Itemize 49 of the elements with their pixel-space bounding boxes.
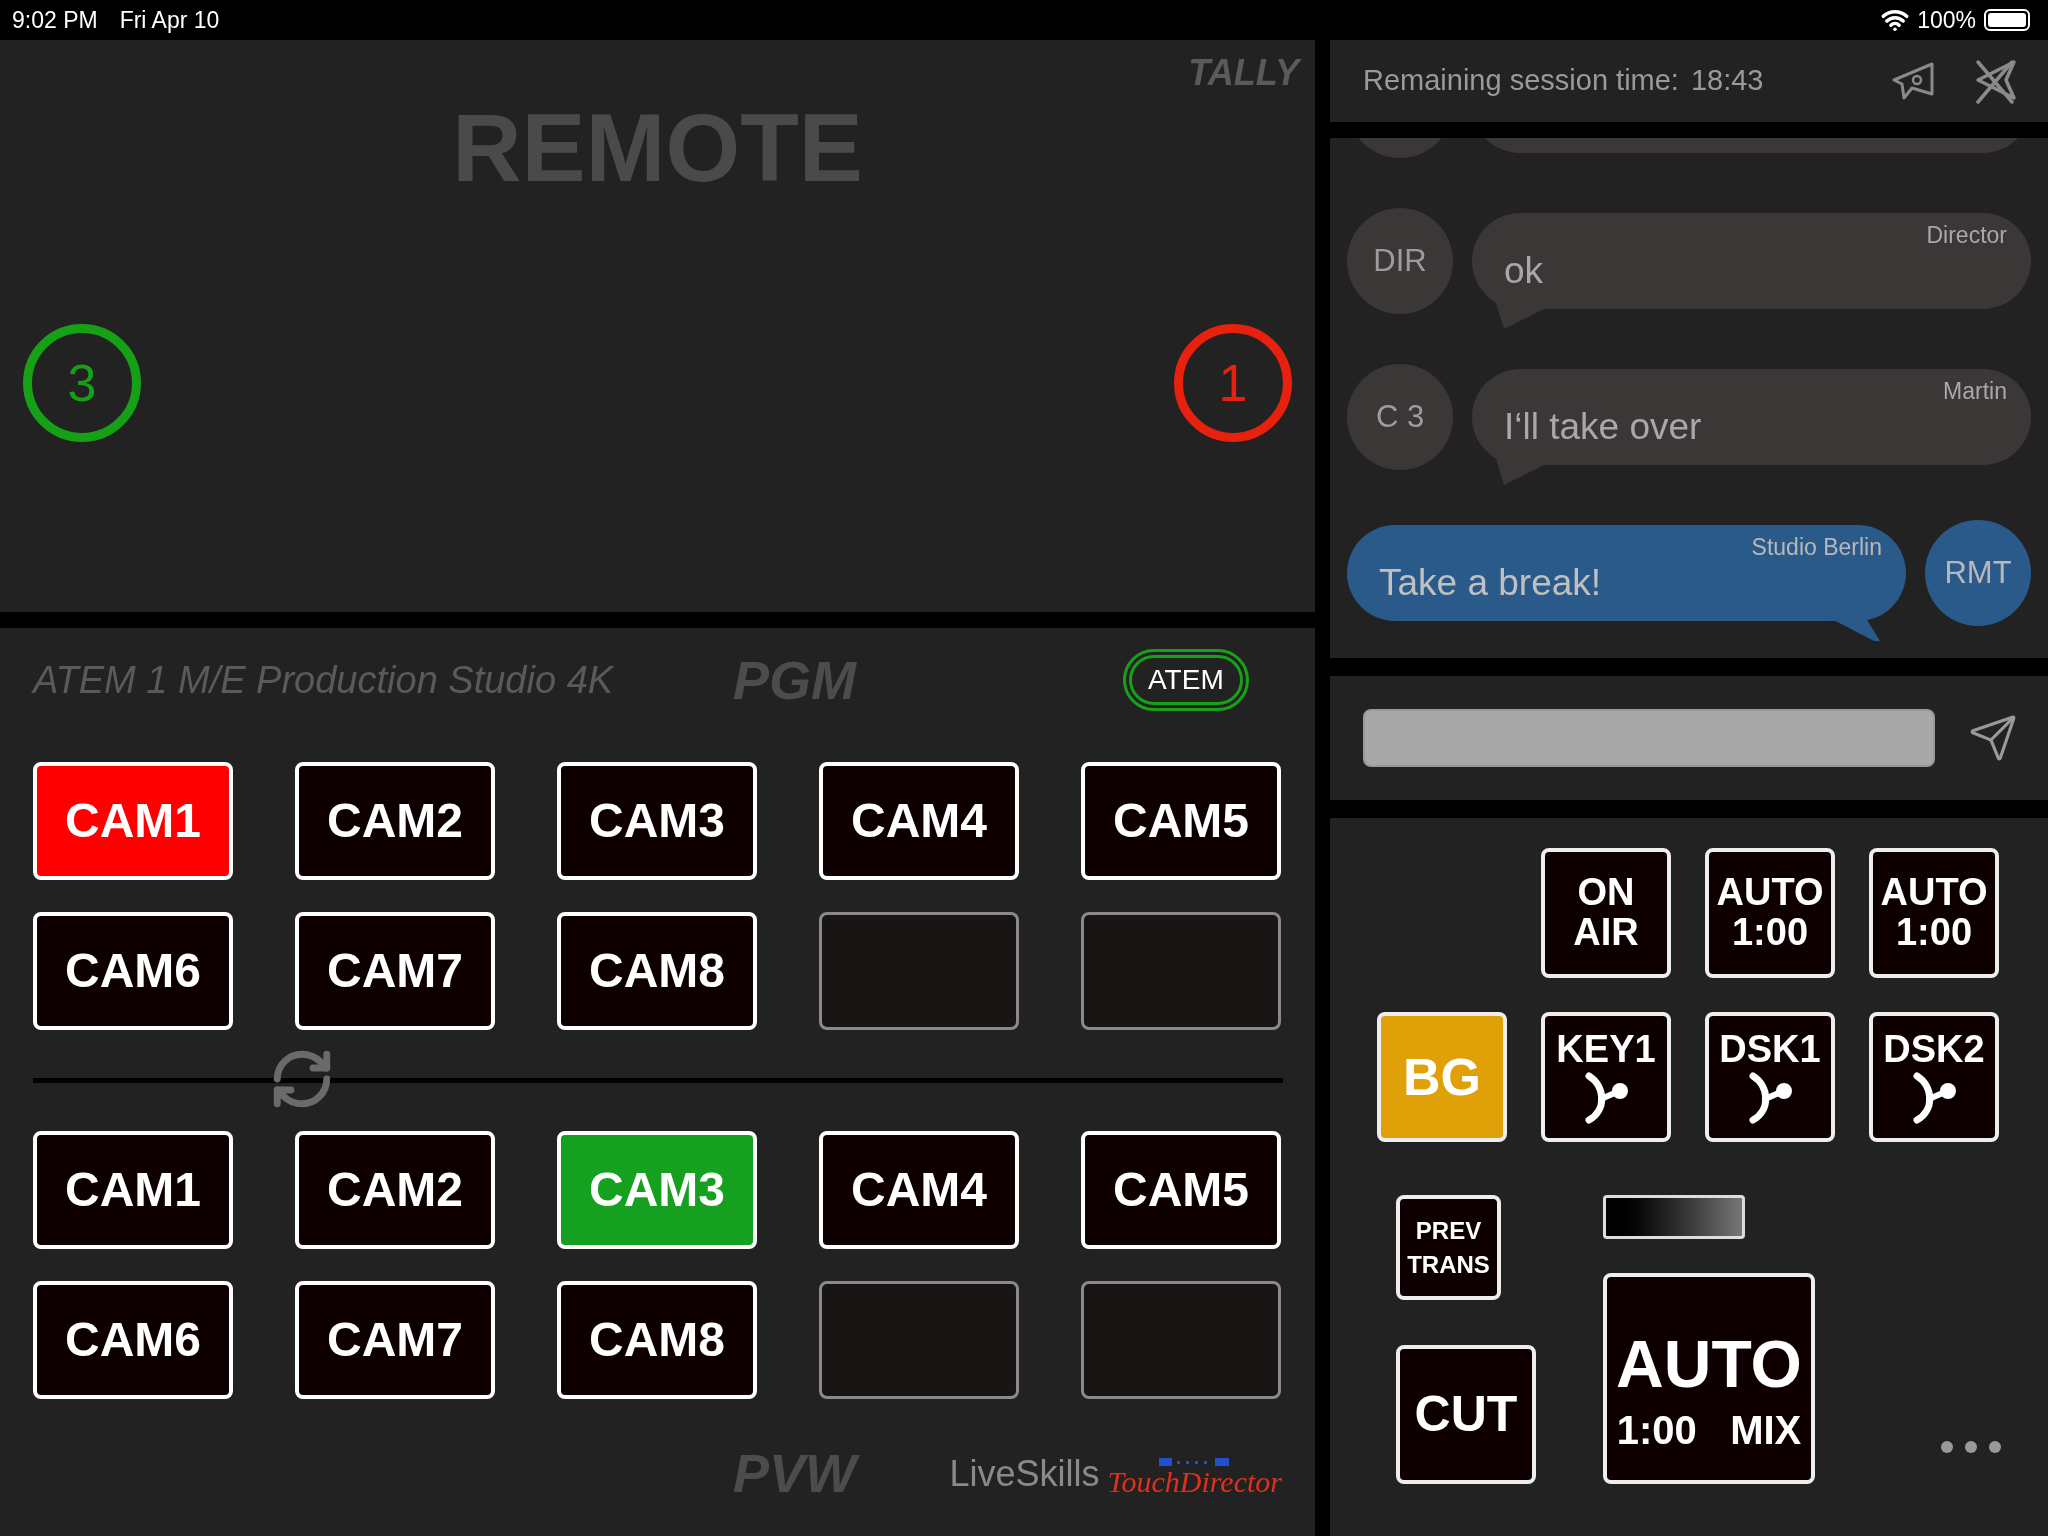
transition-button[interactable]: AUTO 1:00 bbox=[1869, 848, 1999, 978]
camera-source-button[interactable]: CAM2 bbox=[295, 762, 495, 880]
camera-source-button[interactable]: CAM1 bbox=[33, 1131, 233, 1249]
product-logo-text: TouchDirector bbox=[1107, 1466, 1282, 1497]
status-time: 9:02 PM bbox=[12, 5, 98, 35]
sender-name: Martin bbox=[1943, 377, 2008, 406]
key-button[interactable]: DSK1 bbox=[1705, 1012, 1835, 1142]
camera-source-button[interactable]: CAM8 bbox=[557, 1281, 757, 1399]
message-text: Take a break! bbox=[1378, 560, 1603, 605]
auto-mix-button[interactable]: AUTO 1:00 MIX bbox=[1603, 1273, 1815, 1484]
status-date: Fri Apr 10 bbox=[119, 5, 220, 35]
camera-source-button[interactable]: CAM7 bbox=[295, 1281, 495, 1399]
key-button[interactable]: KEY1 bbox=[1541, 1012, 1671, 1142]
send-icon[interactable] bbox=[1968, 713, 2018, 763]
camera-source-button[interactable]: CAM8 bbox=[557, 912, 757, 1030]
camera-source-button[interactable]: CAM6 bbox=[33, 1281, 233, 1399]
cut-button[interactable]: CUT bbox=[1396, 1345, 1536, 1484]
empty-source-button[interactable] bbox=[819, 1281, 1019, 1399]
more-dots-icon[interactable] bbox=[1941, 1440, 2001, 1454]
brand-logo-text: LiveSkills bbox=[949, 1451, 1100, 1496]
camera-source-button[interactable]: CAM5 bbox=[1081, 1131, 1281, 1249]
dotted-line-icon bbox=[1158, 1456, 1231, 1467]
switcher-model: ATEM 1 M/E Production Studio 4K bbox=[33, 657, 615, 703]
battery-percent: 100% bbox=[1917, 5, 1976, 35]
message-input-field[interactable] bbox=[1363, 709, 1935, 767]
empty-source-button[interactable] bbox=[1081, 912, 1281, 1030]
camera-source-button[interactable]: CAM4 bbox=[819, 1131, 1019, 1249]
prev-trans-button[interactable]: PREV TRANS bbox=[1396, 1195, 1501, 1300]
camera-source-button[interactable]: CAM3 bbox=[557, 762, 757, 880]
transition-button[interactable]: ON AIR bbox=[1541, 848, 1671, 978]
camera-source-button[interactable]: CAM2 bbox=[295, 1131, 495, 1249]
sender-name: Director bbox=[1926, 221, 2008, 250]
camera-source-button[interactable]: CAM6 bbox=[33, 912, 233, 1030]
battery-icon bbox=[1984, 9, 2030, 31]
empty-source-button[interactable] bbox=[819, 912, 1019, 1030]
camera-source-button[interactable]: CAM5 bbox=[1081, 762, 1281, 880]
session-time-label: Remaining session time: bbox=[1363, 63, 1679, 99]
camera-source-button[interactable]: CAM4 bbox=[819, 762, 1019, 880]
camera-source-button[interactable]: CAM1 bbox=[33, 762, 233, 880]
megaphone-icon[interactable] bbox=[1890, 60, 1936, 102]
empty-source-button[interactable] bbox=[1081, 1281, 1281, 1399]
message-text: ok bbox=[1503, 248, 1545, 293]
session-time-value: 18:43 bbox=[1690, 63, 1764, 99]
camera-source-button[interactable]: CAM7 bbox=[295, 912, 495, 1030]
transition-button[interactable]: AUTO 1:00 bbox=[1705, 848, 1835, 978]
message-text: I‘ll take over bbox=[1503, 404, 1703, 449]
sender-name: Studio Berlin bbox=[1751, 533, 1883, 562]
atem-status-badge: ATEM bbox=[1123, 649, 1249, 711]
key-button[interactable]: DSK2 bbox=[1869, 1012, 1999, 1142]
